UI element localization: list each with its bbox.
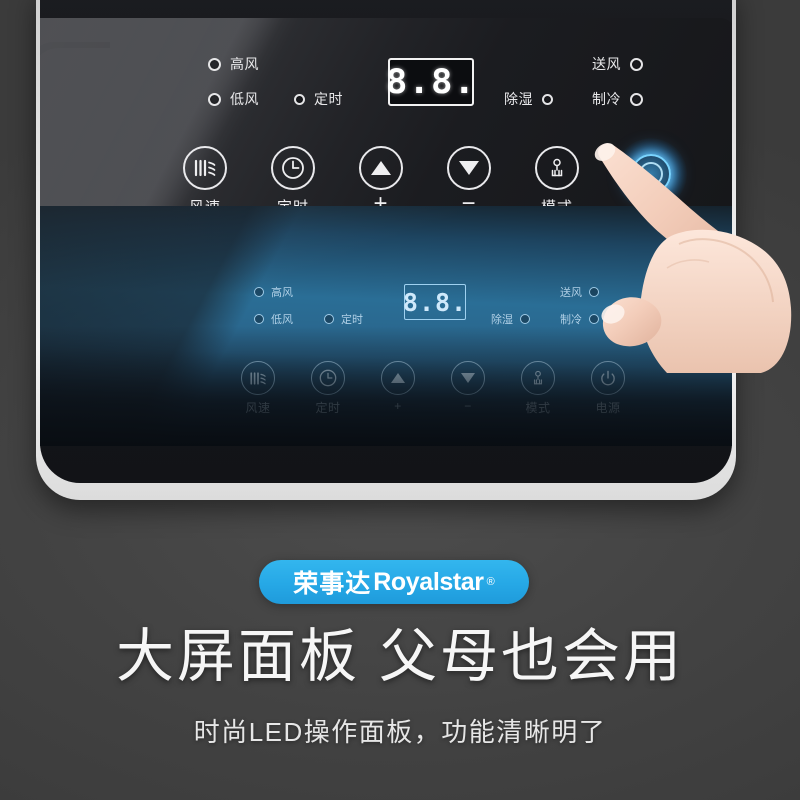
touch-mode-icon: [535, 146, 579, 190]
indicator-label: 除湿: [504, 91, 533, 107]
trademark-symbol: ®: [486, 576, 495, 588]
brand-logo: 荣事达 Royalstar ®: [259, 560, 529, 604]
reflection-indicator-dehumidify: 除湿: [491, 311, 530, 327]
indicator-timer: 定时: [294, 89, 343, 109]
led-low-fan: [208, 92, 221, 106]
panel-corner-highlight: [40, 48, 110, 94]
led-icon: [520, 314, 530, 324]
indicator-cooling: 制冷: [592, 89, 643, 109]
marketing-subtitle: 时尚LED操作面板，功能清晰明了: [193, 717, 607, 747]
indicator-label: 制冷: [592, 91, 621, 107]
indicator-label: 送风: [592, 56, 621, 72]
button-decrease[interactable]: −: [424, 146, 514, 216]
hand-pressing-power-button: [575, 118, 800, 373]
brand-name-cn: 荣事达: [293, 570, 372, 598]
indicator-dehumidify: 除湿: [504, 89, 553, 109]
indicator-label: 定时: [314, 91, 343, 107]
seven-segment-display: 8.8.: [385, 58, 477, 106]
display-value: 8.8.: [385, 62, 477, 102]
reflection-label: 除湿: [491, 314, 513, 326]
indicator-air-supply: 送风: [592, 54, 643, 74]
indicator-high-fan: 高风: [208, 54, 259, 74]
fan-speed-icon: [183, 146, 227, 190]
arrow-down-icon: [447, 146, 491, 190]
clock-icon: [271, 146, 315, 190]
arrow-up-icon: [359, 146, 403, 190]
brand-name-en: Royalstar: [373, 567, 484, 596]
button-increase[interactable]: +: [336, 146, 426, 216]
led-air-supply: [630, 57, 643, 71]
led-high-fan: [208, 57, 221, 71]
indicator-label: 低风: [230, 91, 259, 107]
product-marketing-image: 高风 低风 定时 送风 除湿 制冷 8.8. + − 送风 除湿 制冷 荣事达 …: [0, 0, 800, 800]
led-dehumidify: [542, 93, 553, 105]
indicator-label: 高风: [230, 56, 259, 72]
marketing-headline: 大屏面板 父母也会用: [115, 624, 685, 689]
led-timer: [294, 93, 305, 105]
indicator-low-fan: 低风: [208, 89, 259, 109]
led-cooling: [630, 92, 643, 106]
